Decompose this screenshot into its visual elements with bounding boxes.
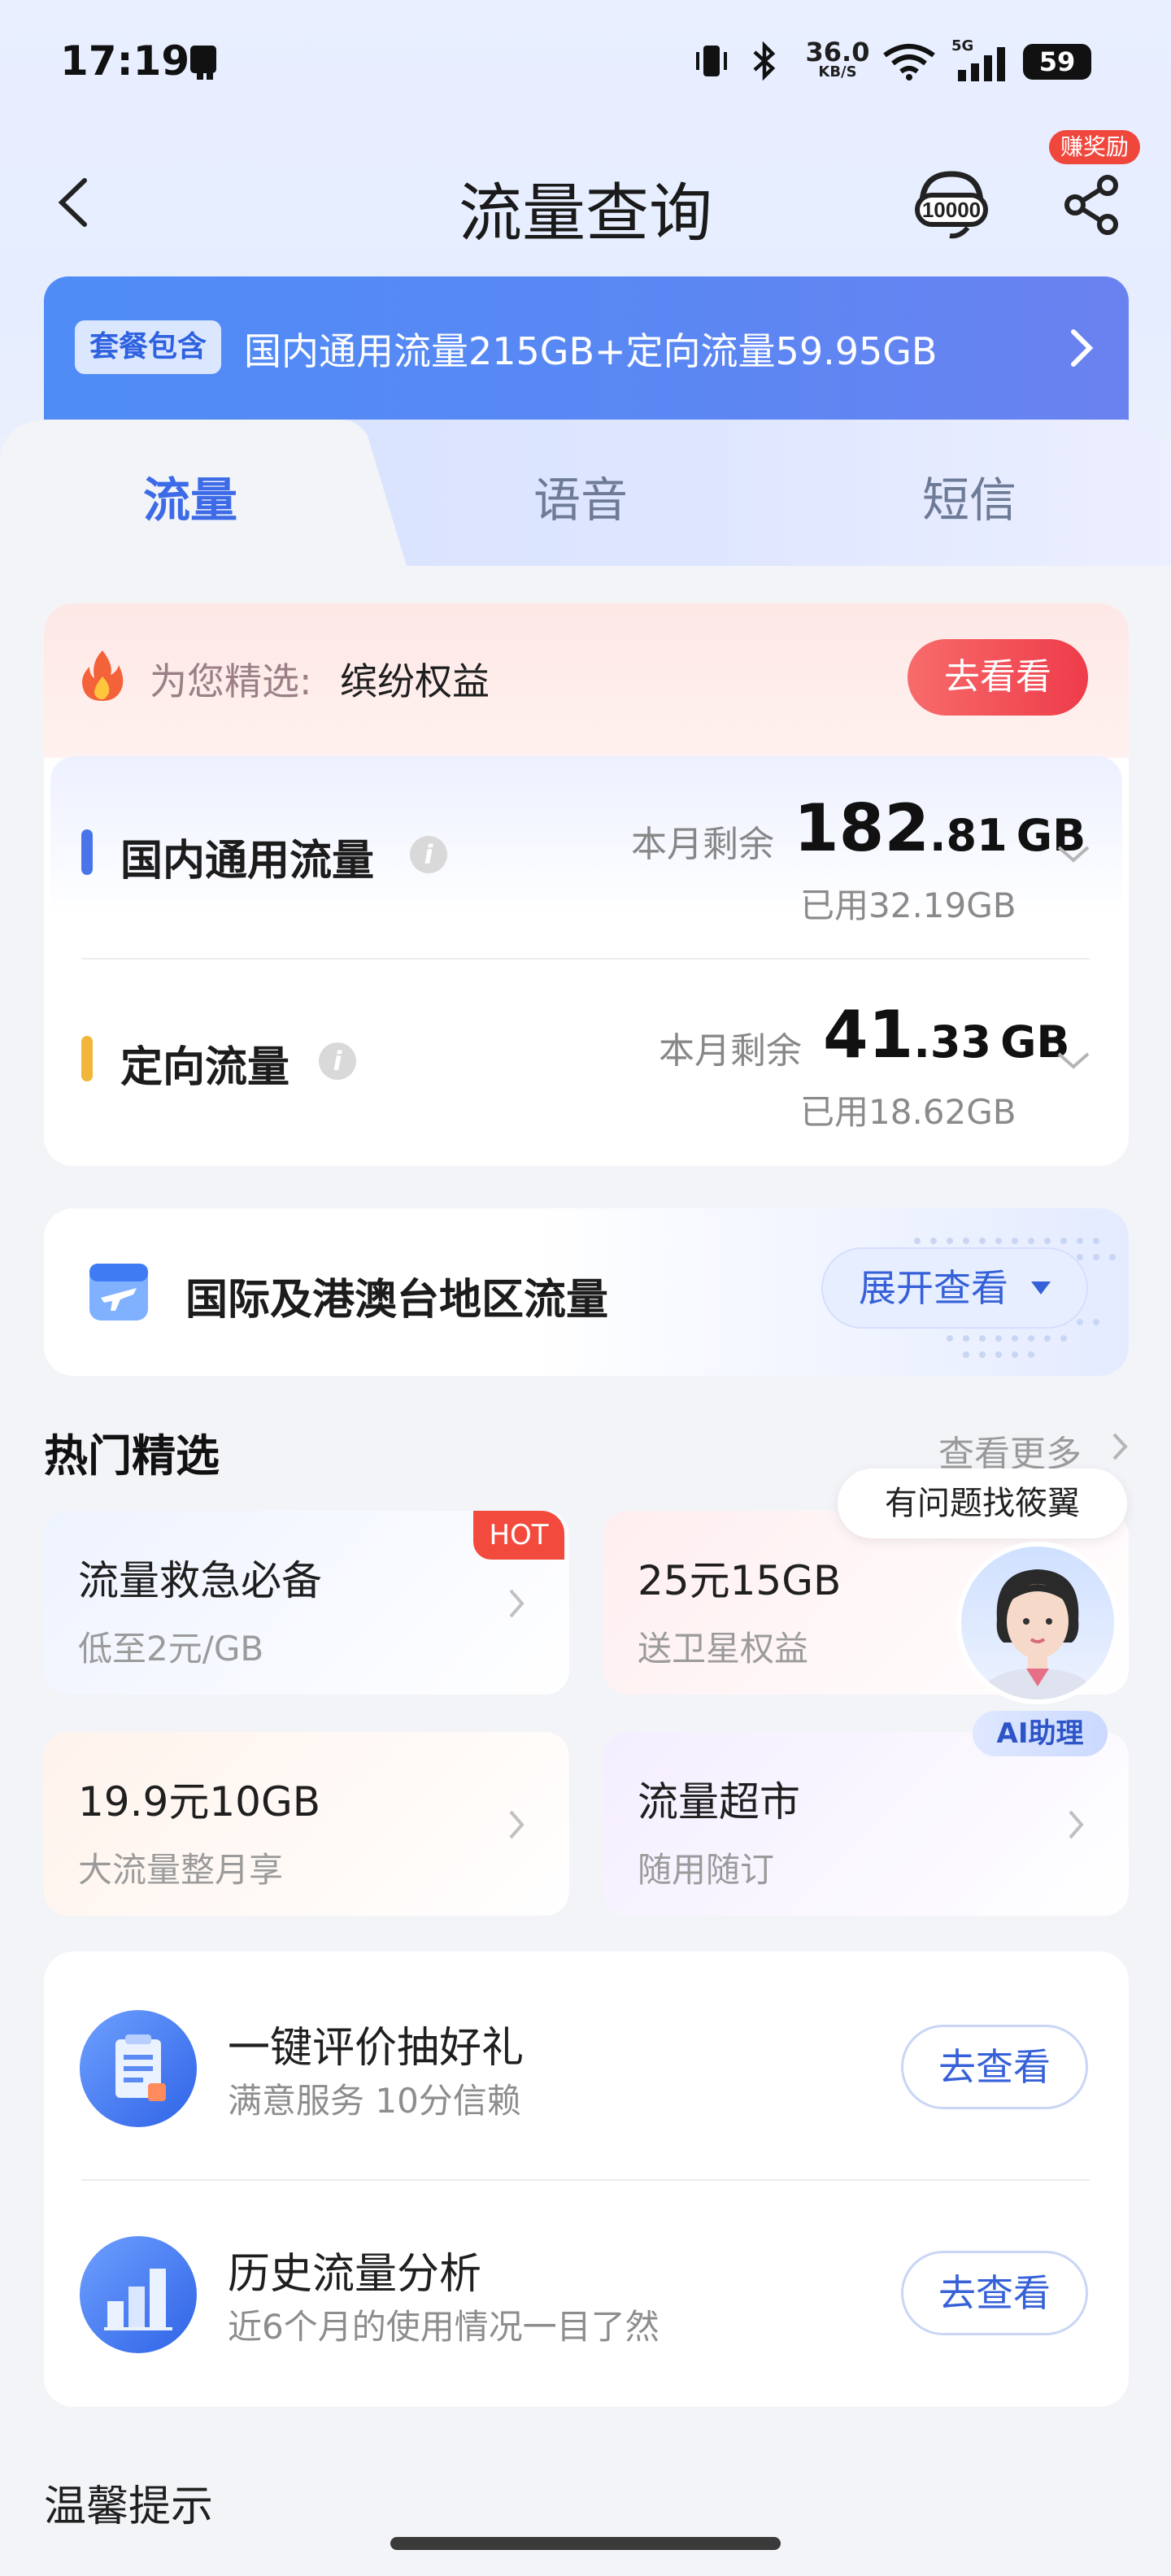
expand-button[interactable]: 展开查看: [821, 1247, 1088, 1329]
hot-section-title: 热门精选: [44, 1430, 220, 1482]
used-amount: 已用32.19GB: [800, 886, 1016, 925]
chevron-right-icon: [507, 1587, 525, 1620]
reward-badge[interactable]: 赚奖励: [1049, 130, 1141, 164]
wifi-icon: [880, 41, 938, 81]
survey-icon: [80, 2010, 197, 2127]
chevron-right-icon: [507, 1808, 525, 1841]
divider: [81, 2179, 1090, 2181]
network-speed: 36.0 KB/S: [805, 37, 870, 80]
directional-color-bar: [81, 1036, 93, 1081]
page-title: 流量查询: [458, 177, 712, 250]
action-title: 历史流量分析: [228, 2250, 482, 2299]
usage-title: 定向流量: [120, 1043, 290, 1092]
promo-label: 为您精选:: [150, 659, 312, 703]
action-title: 一键评价抽好礼: [228, 2024, 525, 2073]
divider: [81, 958, 1090, 959]
action-subtitle: 满意服务 10分信赖: [228, 2081, 521, 2121]
chevron-down-icon: [1056, 1049, 1091, 1073]
offer-title: 19.9元10GB: [78, 1778, 320, 1825]
chevron-right-icon: [1065, 324, 1098, 372]
promo-name: 缤纷权益: [340, 659, 490, 703]
offer-subtitle: 大流量整月享: [78, 1850, 284, 1890]
view-button[interactable]: 去查看: [901, 2025, 1088, 2109]
view-button[interactable]: 去查看: [901, 2251, 1088, 2335]
battery-indicator: 59: [1023, 44, 1091, 80]
ai-assistant-tag[interactable]: AI助理: [973, 1711, 1108, 1756]
assistant-avatar[interactable]: [956, 1542, 1119, 1704]
share-icon[interactable]: [1060, 172, 1125, 237]
assistant-bubble[interactable]: 有问题找筱翼: [838, 1469, 1127, 1538]
phone-notification-icon: [185, 41, 221, 81]
battery-level: 59: [1038, 46, 1076, 77]
go-see-button[interactable]: 去看看: [908, 639, 1088, 716]
vibrate-icon: [691, 41, 732, 81]
used-amount: 已用18.62GB: [800, 1092, 1016, 1132]
chevron-right-icon: [1111, 1431, 1129, 1462]
home-indicator[interactable]: [390, 2537, 781, 2550]
tips-title: 温馨提示: [44, 2482, 214, 2531]
info-icon[interactable]: i: [410, 836, 447, 873]
offer-title: 25元15GB: [638, 1557, 842, 1604]
tab-sms[interactable]: 短信: [922, 462, 1016, 530]
usage-title: 国内通用流量: [120, 837, 375, 886]
tab-data[interactable]: 流量: [143, 462, 237, 530]
chevron-down-icon: [1056, 842, 1091, 867]
customer-service-icon[interactable]: 10000: [911, 163, 992, 244]
chevron-right-icon: [1067, 1808, 1085, 1841]
status-time: 17:19: [60, 37, 190, 85]
plan-badge: 套餐包含: [75, 320, 222, 374]
remain-label: 本月剩余: [631, 824, 774, 865]
plan-summary: 国内通用流量215GB+定向流量59.95GB: [244, 329, 938, 373]
remain-value: 41.33 GB: [823, 997, 1070, 1073]
fire-icon: [78, 647, 127, 704]
signal-icon: [956, 47, 1008, 88]
caret-down-icon: [1031, 1281, 1051, 1295]
bar-chart-icon: [80, 2236, 197, 2353]
offer-title: 流量超市: [638, 1778, 800, 1825]
offer-title: 流量救急必备: [78, 1557, 322, 1604]
domestic-color-bar: [81, 829, 93, 875]
info-icon[interactable]: i: [319, 1042, 356, 1080]
tab-voice[interactable]: 语音: [533, 462, 628, 530]
offer-subtitle: 低至2元/GB: [78, 1629, 264, 1669]
airplane-icon: [85, 1252, 153, 1325]
action-subtitle: 近6个月的使用情况一目了然: [228, 2307, 660, 2347]
international-title: 国际及港澳台地区流量: [185, 1276, 609, 1325]
offer-subtitle: 随用随订: [638, 1850, 775, 1890]
remain-label: 本月剩余: [659, 1030, 802, 1072]
remain-value: 182.81 GB: [794, 790, 1086, 866]
bluetooth-icon: [748, 41, 781, 81]
offer-subtitle: 送卫星权益: [638, 1629, 809, 1669]
hot-badge: HOT: [473, 1511, 564, 1560]
svg-text:10000: 10000: [922, 198, 981, 222]
